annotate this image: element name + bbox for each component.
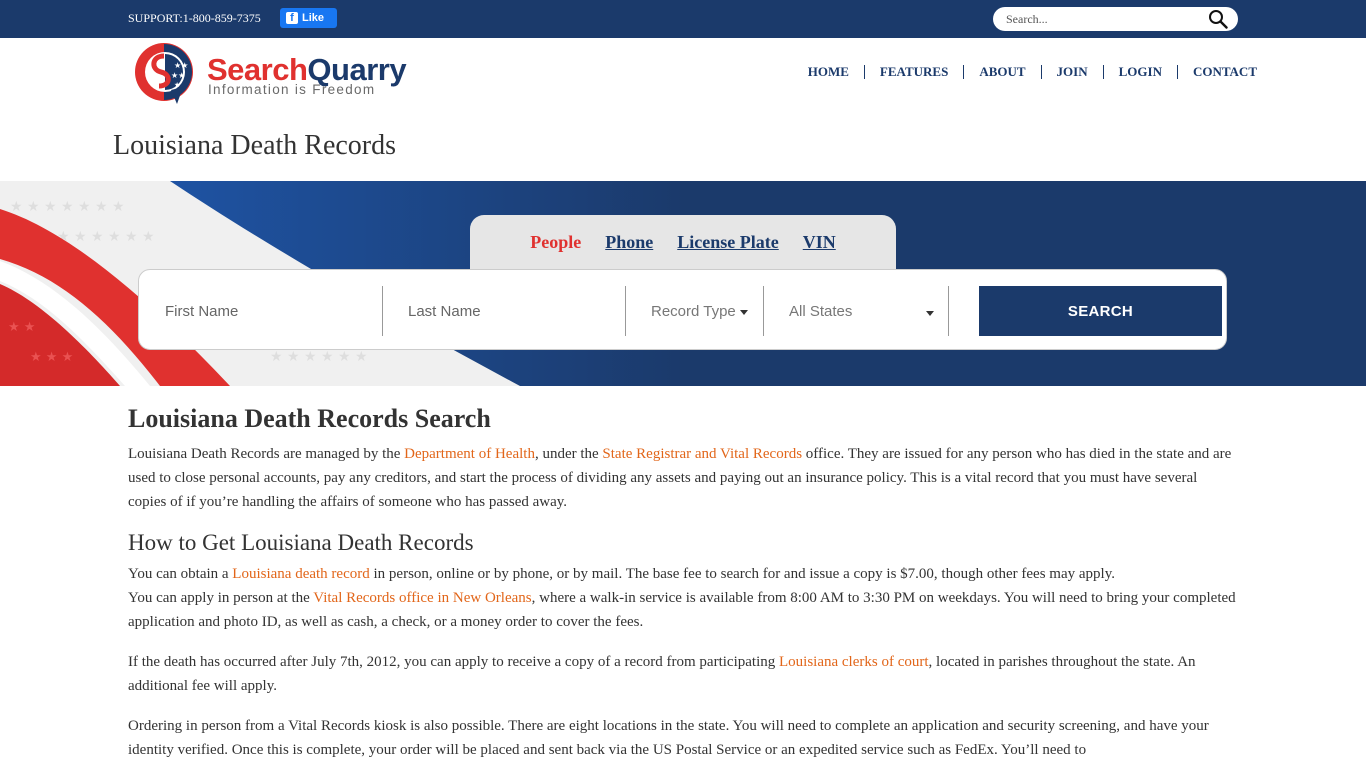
text: Louisiana Death Records are managed by t…: [128, 446, 405, 462]
logo-tagline: Information is Freedom: [208, 82, 376, 97]
search-tabs-container: People Phone License Plate VIN: [470, 215, 896, 275]
svg-text:★ ★: ★ ★: [8, 320, 35, 335]
top-search-input[interactable]: [1006, 11, 1196, 27]
tab-license-plate[interactable]: License Plate: [677, 232, 778, 253]
department-of-health-link[interactable]: Department of Health: [404, 446, 535, 462]
svg-text:★★: ★★: [171, 71, 185, 80]
svg-text:★: ★: [174, 81, 180, 89]
text: If the death has occurred after July 7th…: [128, 654, 779, 670]
search-tabs: People Phone License Plate VIN: [470, 232, 896, 253]
nav-contact[interactable]: CONTACT: [1176, 65, 1272, 79]
section-heading: How to Get Louisiana Death Records: [128, 530, 474, 555]
text: , under the: [534, 446, 603, 462]
first-name-input[interactable]: [165, 302, 380, 320]
nav-about[interactable]: ABOUT: [963, 65, 1040, 79]
field-divider: [382, 286, 383, 336]
people-search-form: Record Type All States SEARCH: [138, 269, 1227, 350]
nav-login[interactable]: LOGIN: [1102, 65, 1177, 79]
facebook-like-button[interactable]: f Like: [280, 8, 337, 28]
search-banner: ★ ★ ★ ★ ★ ★ ★ ★ ★ ★ ★ ★ ★ ★ ★ ★ ★ ★ ★ ★ …: [0, 181, 1366, 386]
text: You can apply in person at the: [128, 590, 314, 606]
state-select[interactable]: All States: [789, 286, 934, 336]
intro-paragraph: Louisiana Death Records are managed by t…: [128, 442, 1238, 514]
svg-text:★ ★ ★: ★ ★ ★: [30, 350, 73, 365]
top-bar: SUPPORT:1-800-859-7375 f Like: [0, 0, 1366, 38]
louisiana-death-record-link[interactable]: Louisiana death record: [232, 566, 369, 582]
support-phone: SUPPORT:1-800-859-7375: [128, 11, 261, 25]
nav-home[interactable]: HOME: [793, 65, 864, 79]
field-divider: [948, 286, 949, 336]
search-button[interactable]: SEARCH: [979, 286, 1222, 336]
tab-phone[interactable]: Phone: [605, 232, 653, 253]
tab-people[interactable]: People: [530, 232, 581, 253]
article-heading: Louisiana Death Records Search: [128, 404, 491, 433]
text: You can obtain a: [128, 566, 233, 582]
record-type-select[interactable]: Record Type: [651, 286, 761, 336]
paragraph: If the death has occurred after July 7th…: [128, 650, 1238, 698]
field-divider: [763, 286, 764, 336]
paragraph: You can apply in person at the Vital Rec…: [128, 586, 1238, 634]
tab-vin[interactable]: VIN: [803, 232, 836, 253]
logo-emblem-icon: ★★ ★★ ★: [135, 43, 193, 104]
main-nav: HOME FEATURES ABOUT JOIN LOGIN CONTACT: [793, 65, 1272, 79]
text: Ordering in person from a Vital Records …: [128, 718, 1209, 758]
svg-text:★ ★ ★ ★ ★ ★: ★ ★ ★ ★ ★ ★: [270, 349, 368, 365]
vital-records-new-orleans-link[interactable]: Vital Records office in New Orleans: [313, 590, 531, 606]
state-registrar-link[interactable]: State Registrar and Vital Records: [602, 446, 802, 462]
clerks-of-court-link[interactable]: Louisiana clerks of court: [779, 654, 929, 670]
text: in person, online or by phone, or by mai…: [369, 566, 1115, 582]
paragraph: Ordering in person from a Vital Records …: [128, 714, 1238, 762]
facebook-icon: f: [286, 12, 298, 24]
record-type-label: Record Type: [651, 302, 736, 320]
top-search-box: [993, 7, 1238, 31]
nav-features[interactable]: FEATURES: [863, 65, 963, 79]
facebook-like-label: Like: [302, 12, 325, 24]
svg-text:★ ★ ★ ★ ★ ★ ★: ★ ★ ★ ★ ★ ★ ★: [10, 199, 125, 215]
search-icon[interactable]: [1208, 9, 1228, 29]
paragraph: You can obtain a Louisiana death record …: [128, 562, 1238, 586]
nav-join[interactable]: JOIN: [1040, 65, 1103, 79]
last-name-field: [408, 286, 623, 336]
field-divider: [625, 286, 626, 336]
article-content: Louisiana Death Records Search Louisiana…: [128, 404, 1238, 778]
page-title: Louisiana Death Records: [113, 130, 397, 161]
chevron-down-icon: [926, 310, 934, 316]
first-name-field: [165, 286, 380, 336]
svg-text:★★: ★★: [174, 61, 188, 70]
chevron-down-icon: [739, 309, 748, 315]
state-select-label: All States: [789, 302, 853, 320]
last-name-input[interactable]: [408, 302, 623, 320]
logo[interactable]: ★★ ★★ ★ SearchQuarry Information is Free…: [131, 42, 423, 110]
site-header: ★★ ★★ ★ SearchQuarry Information is Free…: [0, 38, 1366, 110]
